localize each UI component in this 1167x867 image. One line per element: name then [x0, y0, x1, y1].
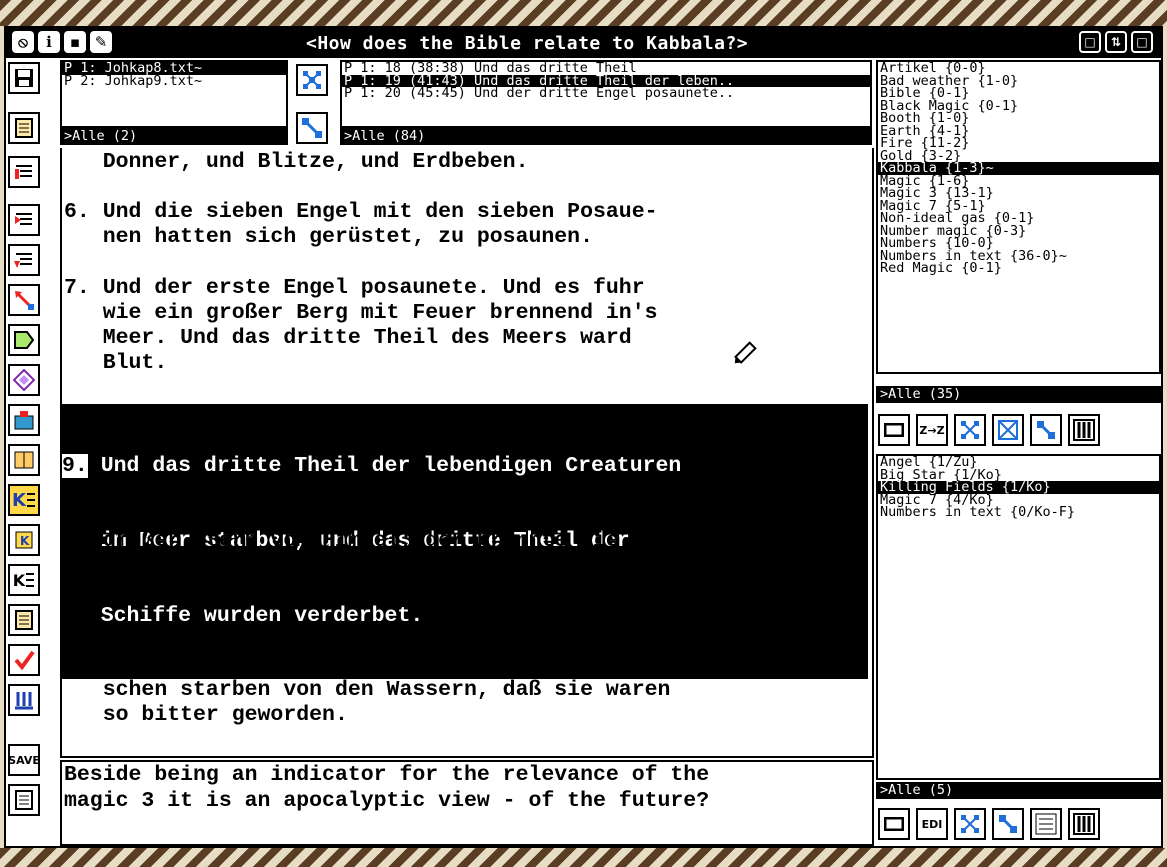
- window-collapse-icon[interactable]: □: [1131, 31, 1153, 53]
- save-disk-icon[interactable]: [8, 62, 40, 94]
- list-item[interactable]: Numbers in text {0/Ko-F}: [878, 506, 1159, 519]
- network-icon[interactable]: [296, 64, 328, 96]
- sort-az-icon[interactable]: Z→Z: [916, 414, 948, 446]
- family-tree-icon[interactable]: [1068, 808, 1100, 840]
- window-icon[interactable]: [878, 808, 910, 840]
- list-item[interactable]: P 2: Johkap9.txt~: [62, 74, 286, 88]
- window-sort-icon[interactable]: ⇅: [1105, 31, 1127, 53]
- link-icon[interactable]: [1030, 414, 1062, 446]
- sort-down-icon[interactable]: [8, 684, 40, 716]
- title-bar[interactable]: ⦸ ℹ ▪ ✎ <How does the Bible relate to Ka…: [6, 28, 1161, 58]
- svg-text:K: K: [20, 534, 30, 548]
- network-toolbar: Z→Z: [878, 414, 1100, 446]
- code-text-icon[interactable]: K: [8, 564, 40, 596]
- network-view-icon[interactable]: [954, 808, 986, 840]
- document-filter[interactable]: >Alle (2): [60, 128, 288, 145]
- edit-icon[interactable]: ✎: [90, 31, 112, 53]
- window-zoom-icon[interactable]: □: [1079, 31, 1101, 53]
- list-item[interactable]: Red Magic {0-1}: [878, 262, 1159, 275]
- edit-button[interactable]: EDI: [916, 808, 948, 840]
- window-title: <How does the Bible relate to Kabbala?>: [306, 33, 749, 54]
- bottom-toolbar: EDI: [878, 808, 1100, 840]
- network-list[interactable]: Angel {1/Zu} Big Star {1/Ko} Killing Fie…: [876, 454, 1161, 780]
- memo-editor[interactable]: Beside being an indicator for the releva…: [60, 760, 874, 846]
- list-insert-icon[interactable]: [8, 204, 40, 236]
- no-entry-icon[interactable]: ⦸: [12, 31, 34, 53]
- tag-icon[interactable]: [8, 324, 40, 356]
- checkmark-icon[interactable]: [8, 644, 40, 676]
- document-icon[interactable]: [8, 112, 40, 144]
- hermeneutic-unit-window: ⦸ ℹ ▪ ✎ <How does the Bible relate to Ka…: [4, 26, 1163, 848]
- clipboard-icon[interactable]: [8, 404, 40, 436]
- paragraph[interactable]: 11.Und der Name des Sterns heißt Wermuth…: [64, 628, 683, 728]
- memo-network-icon[interactable]: [1030, 808, 1062, 840]
- book-icon[interactable]: [8, 444, 40, 476]
- family-tree-icon[interactable]: [1068, 414, 1100, 446]
- memo-icon[interactable]: [8, 604, 40, 636]
- window-icon[interactable]: [878, 414, 910, 446]
- save-memo-button[interactable]: SAVE: [8, 744, 40, 776]
- link-icon[interactable]: [992, 808, 1024, 840]
- diamond-icon[interactable]: [8, 364, 40, 396]
- network-frame-icon[interactable]: [992, 414, 1024, 446]
- code-list[interactable]: Artikel {0-0} Bad weather {1-0} Bible {0…: [876, 60, 1161, 374]
- desktop-pattern-bottom: [0, 848, 1167, 867]
- quotation-filter[interactable]: >Alle (84): [340, 128, 872, 145]
- network-view-icon[interactable]: [954, 414, 986, 446]
- text-scrollbar[interactable]: [862, 428, 868, 648]
- info-icon[interactable]: ℹ: [38, 31, 60, 53]
- paragraph[interactable]: 7. Und der erste Engel posaunete. Und es…: [64, 276, 658, 376]
- document-list[interactable]: P 1: Johkap8.txt~ P 2: Johkap9.txt~: [60, 60, 288, 128]
- list-down-icon[interactable]: [8, 244, 40, 276]
- paragraph[interactable]: Donner, und Blitze, und Erdbeben.: [64, 150, 529, 175]
- disk-icon[interactable]: ▪: [64, 31, 86, 53]
- paragraph[interactable]: 6. Und die sieben Engel mit den sieben P…: [64, 200, 658, 250]
- memo-list-icon[interactable]: [8, 784, 40, 816]
- list-add-icon[interactable]: [8, 156, 40, 188]
- link-icon[interactable]: [296, 112, 328, 144]
- desktop-pattern-top: [0, 0, 1167, 26]
- paragraph[interactable]: 10.Und der dritte Engel posaunete. Und e…: [64, 504, 709, 604]
- code-insert-icon[interactable]: K: [8, 524, 40, 556]
- memo-text[interactable]: Beside being an indicator for the releva…: [62, 762, 872, 814]
- list-item[interactable]: P 1: 20 (45:45) Und der dritte Engel pos…: [342, 87, 870, 100]
- code-list-icon[interactable]: K: [8, 484, 40, 516]
- quotation-list[interactable]: P 1: 18 (38:38) Und das dritte Theil P 1…: [340, 60, 872, 128]
- primary-document-text[interactable]: Donner, und Blitze, und Erdbeben. 6. Und…: [60, 148, 874, 758]
- network-filter[interactable]: >Alle (5): [876, 782, 1161, 799]
- arrow-link-icon[interactable]: [8, 284, 40, 316]
- pencil-cursor-icon: [730, 340, 758, 376]
- code-filter[interactable]: >Alle (35): [876, 386, 1161, 403]
